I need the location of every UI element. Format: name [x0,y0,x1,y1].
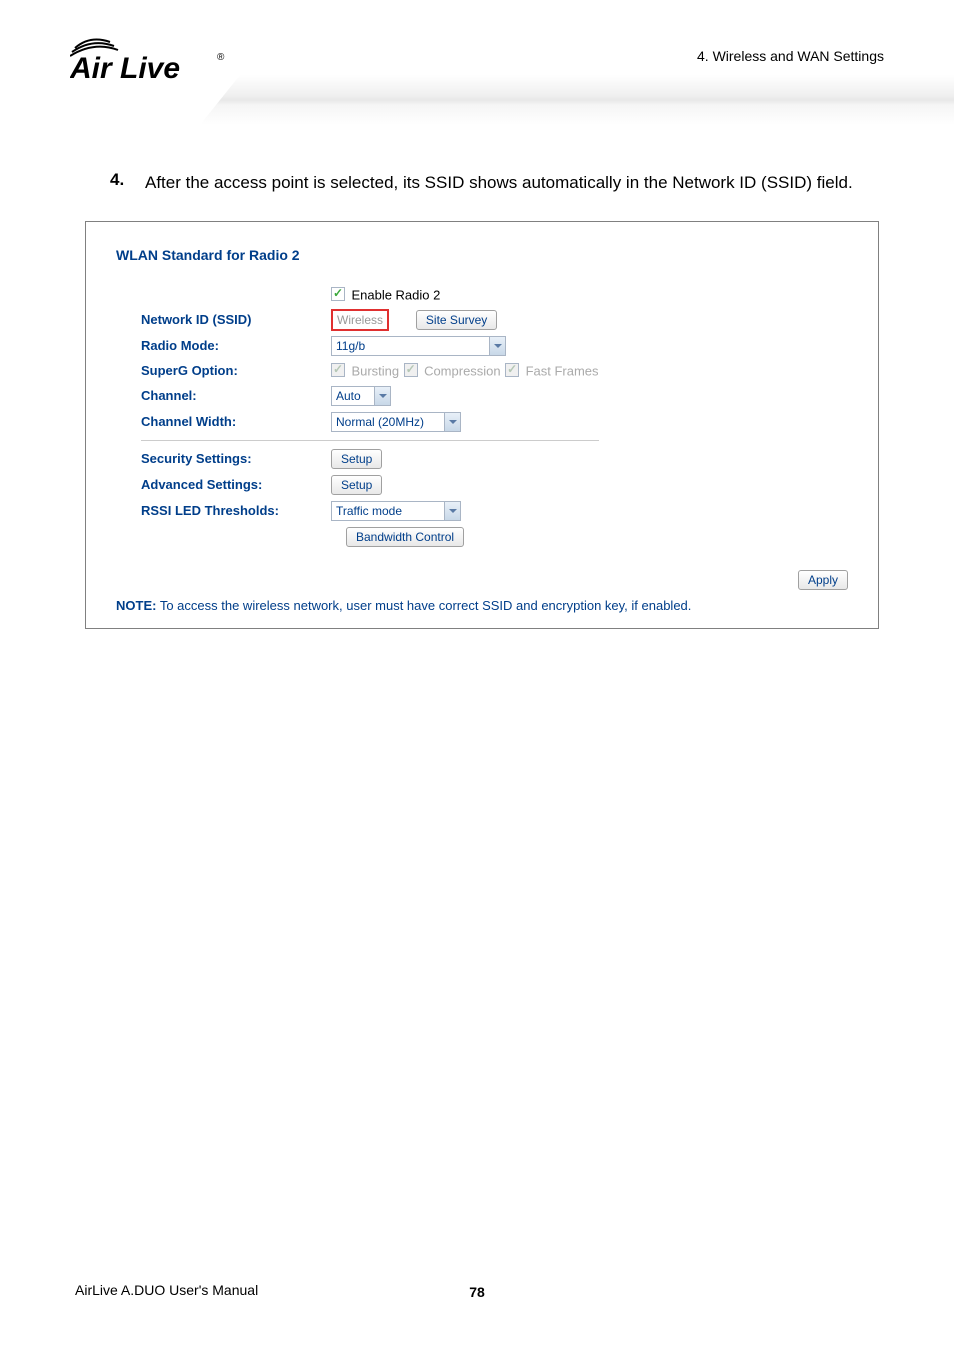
chevron-down-icon [444,413,460,431]
ssid-label: Network ID (SSID) [141,307,331,333]
radio-mode-label: Radio Mode: [141,333,331,359]
enable-radio-checkbox[interactable] [331,287,345,301]
compression-label: Compression [424,363,501,378]
logo: Air Live ® [70,30,225,90]
chevron-down-icon [444,502,460,520]
channel-width-select[interactable]: Normal (20MHz) [331,412,461,432]
page-number: 78 [469,1284,485,1300]
bandwidth-control-button[interactable]: Bandwidth Control [346,527,464,547]
ssid-input[interactable]: Wireless [331,309,389,331]
channel-select[interactable]: Auto [331,386,391,406]
note-bold: NOTE: [116,598,156,613]
radio-mode-select[interactable]: 11g/b [331,336,506,356]
section-header: 4. Wireless and WAN Settings [697,48,884,64]
instruction-text: After the access point is selected, its … [145,170,853,196]
bursting-checkbox [331,363,345,377]
fastframes-checkbox [505,363,519,377]
fastframes-label: Fast Frames [526,363,599,378]
rssi-select[interactable]: Traffic mode [331,501,461,521]
security-setup-button[interactable]: Setup [331,449,382,469]
enable-radio-label: Enable Radio 2 [351,287,440,302]
superg-label: SuperG Option: [141,359,331,383]
channel-label: Channel: [141,383,331,409]
compression-checkbox [404,363,418,377]
security-label: Security Settings: [141,446,331,472]
rssi-label: RSSI LED Thresholds: [141,498,331,524]
svg-text:Air Live: Air Live [70,52,180,85]
apply-button[interactable]: Apply [798,570,848,590]
settings-panel: WLAN Standard for Radio 2 Enable Radio 2… [85,221,879,629]
advanced-setup-button[interactable]: Setup [331,475,382,495]
footer-title: AirLive A.DUO User's Manual [75,1282,258,1298]
note-line: NOTE: To access the wireless network, us… [116,598,848,613]
bursting-label: Bursting [351,363,399,378]
header-swoosh [200,75,954,125]
chevron-down-icon [374,387,390,405]
list-number: 4. [110,170,145,196]
advanced-label: Advanced Settings: [141,472,331,498]
channel-width-label: Channel Width: [141,409,331,435]
panel-title: WLAN Standard for Radio 2 [116,247,848,263]
svg-text:®: ® [217,52,225,63]
site-survey-button[interactable]: Site Survey [416,310,497,330]
note-text: To access the wireless network, user mus… [156,598,691,613]
chevron-down-icon [489,337,505,355]
